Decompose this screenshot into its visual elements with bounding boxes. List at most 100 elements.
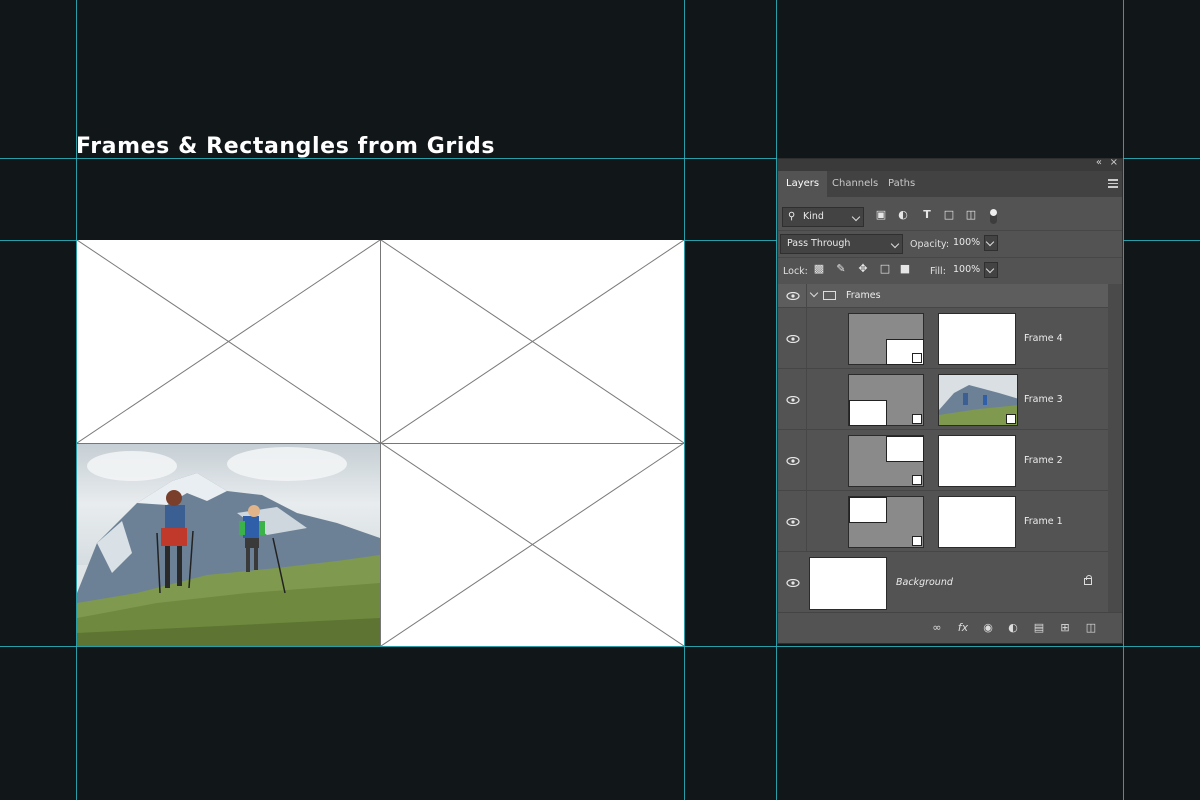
opacity-value: 100% — [953, 237, 981, 248]
frame-position-indicator — [849, 400, 887, 426]
collapse-icon[interactable]: « — [1096, 157, 1102, 168]
layer-name: Frame 2 — [1024, 455, 1063, 466]
fill-label: Fill: — [930, 266, 946, 277]
chevron-down-icon — [985, 237, 995, 247]
fx-icon[interactable]: fx — [956, 621, 970, 635]
eye-icon — [786, 457, 800, 465]
frame-photo-hikers[interactable] — [77, 443, 380, 646]
panel-tabs: Layers Channels Paths — [778, 171, 1122, 197]
layers-scrollbar[interactable] — [1108, 284, 1122, 614]
page-title: Frames & Rectangles from Grids — [76, 134, 496, 159]
smart-object-filter-icon[interactable]: ◫ — [964, 208, 978, 222]
link-icon[interactable]: ∞ — [930, 621, 944, 635]
content-thumbnail — [938, 435, 1016, 487]
frame-thumbnail — [848, 374, 924, 426]
new-layer-icon[interactable]: ⊞ — [1058, 621, 1072, 635]
panel-bottom-toolbar: ∞ fx ◉ ◐ ▤ ⊞ ◫ — [778, 612, 1122, 643]
layers-list: Frames Frame 4 Frame 3 Frame 2 Frame 1 B… — [778, 284, 1108, 614]
chevron-down-icon — [890, 239, 900, 249]
filter-kind-label: Kind — [803, 211, 824, 222]
opacity-dropdown[interactable] — [984, 235, 998, 251]
toggle-knob-icon — [990, 209, 997, 216]
pixel-filter-icon[interactable]: ▣ — [874, 208, 888, 222]
visibility-toggle[interactable] — [778, 308, 807, 368]
eye-icon — [786, 292, 800, 300]
guide-vertical — [684, 0, 685, 800]
opacity-label: Opacity: — [910, 239, 950, 250]
eye-icon — [786, 396, 800, 404]
frame-badge-icon — [912, 414, 922, 424]
lock-all-icon[interactable]: ■ — [898, 262, 912, 276]
trash-icon[interactable]: ◫ — [1084, 621, 1098, 635]
blend-mode-select[interactable]: Pass Through — [780, 234, 903, 254]
visibility-toggle[interactable] — [778, 552, 806, 613]
guide-horizontal — [0, 646, 1200, 647]
layer-row[interactable]: Frame 1 — [778, 491, 1108, 552]
layer-row[interactable]: Frame 4 — [778, 308, 1108, 369]
frame-placeholder[interactable] — [77, 240, 380, 443]
frame-position-indicator — [849, 497, 887, 523]
panel-menu-icon[interactable] — [1108, 179, 1118, 188]
lock-row: Lock: ▩ ✎ ✥ □ ■ Fill: 100% — [778, 258, 1122, 285]
frame-position-indicator — [886, 436, 924, 462]
lock-label: Lock: — [783, 266, 808, 277]
visibility-toggle[interactable] — [778, 430, 807, 490]
photo-scene-icon — [77, 473, 380, 646]
blend-row: Pass Through Opacity: 100% — [778, 231, 1122, 258]
tab-layers[interactable]: Layers — [778, 171, 828, 197]
filter-toggle[interactable] — [990, 209, 997, 224]
layer-group-frames[interactable]: Frames — [778, 284, 1108, 308]
frame-badge-icon — [912, 475, 922, 485]
background-thumbnail — [809, 557, 887, 610]
lock-artboard-icon[interactable]: □ — [878, 262, 892, 276]
shape-filter-icon[interactable]: □ — [942, 208, 956, 222]
filter-kind-select[interactable]: ⚲ Kind — [782, 207, 864, 227]
visibility-toggle[interactable] — [778, 284, 807, 307]
filter-row: ⚲ Kind ▣ ◐ T □ ◫ — [778, 204, 1122, 231]
chevron-down-icon — [985, 264, 995, 274]
lock-position-icon[interactable]: ✥ — [856, 262, 870, 276]
layer-row[interactable]: Frame 3 — [778, 369, 1108, 430]
frame-badge-icon — [912, 353, 922, 363]
close-icon[interactable]: × — [1110, 157, 1118, 168]
frame-placeholder[interactable] — [381, 443, 684, 646]
document-canvas[interactable] — [77, 240, 684, 646]
frame-thumbnail — [848, 313, 924, 365]
layer-row[interactable]: Frame 2 — [778, 430, 1108, 491]
frame-thumbnail — [848, 496, 924, 548]
frame-cross-icon — [381, 443, 684, 646]
eye-icon — [786, 579, 800, 587]
tab-paths[interactable]: Paths — [880, 171, 923, 197]
guide-vertical — [1123, 0, 1124, 800]
lock-image-icon[interactable]: ✎ — [834, 262, 848, 276]
type-filter-icon[interactable]: T — [920, 208, 934, 222]
visibility-toggle[interactable] — [778, 369, 807, 429]
tab-channels[interactable]: Channels — [824, 171, 886, 197]
visibility-toggle[interactable] — [778, 491, 807, 551]
folder-icon[interactable]: ▤ — [1032, 621, 1046, 635]
content-thumbnail — [938, 496, 1016, 548]
lock-transparent-icon[interactable]: ▩ — [812, 262, 826, 276]
mask-icon[interactable]: ◉ — [981, 621, 995, 635]
fill-value: 100% — [953, 264, 981, 275]
lock-icon — [1084, 575, 1092, 585]
fill-dropdown[interactable] — [984, 262, 998, 278]
chevron-down-icon[interactable] — [809, 288, 819, 298]
frame-cross-icon — [381, 240, 684, 443]
content-thumbnail-photo — [938, 374, 1018, 426]
adjustment-filter-icon[interactable]: ◐ — [896, 208, 910, 222]
blend-mode-label: Pass Through — [787, 238, 851, 249]
layer-name: Frame 1 — [1024, 516, 1063, 527]
layer-row-background[interactable]: Background — [778, 552, 1108, 614]
eye-icon — [786, 335, 800, 343]
content-thumbnail — [938, 313, 1016, 365]
frame-placeholder[interactable] — [381, 240, 684, 443]
adjustment-icon[interactable]: ◐ — [1006, 621, 1020, 635]
chevron-down-icon — [851, 212, 861, 222]
layer-name: Frame 4 — [1024, 333, 1063, 344]
eye-icon — [786, 518, 800, 526]
frame-thumbnail — [848, 435, 924, 487]
panel-title-bar: « × — [778, 157, 1122, 171]
frame-badge-icon — [912, 536, 922, 546]
layer-name: Background — [896, 577, 953, 588]
